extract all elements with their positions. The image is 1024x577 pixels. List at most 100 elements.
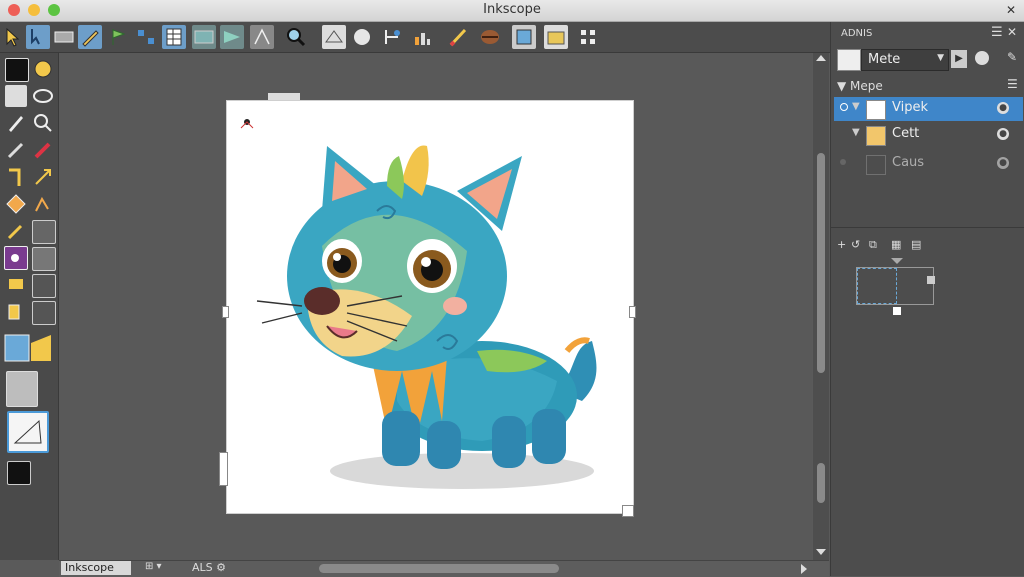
table-tool-icon[interactable] bbox=[162, 25, 186, 49]
layer-2-swatch bbox=[866, 126, 886, 146]
layer-dropdown[interactable]: Mete ▼ bbox=[861, 49, 949, 71]
navigator-handle-bottom[interactable] bbox=[893, 307, 901, 315]
eraser-icon[interactable] bbox=[32, 220, 56, 244]
scroll-right-arrow[interactable] bbox=[801, 564, 807, 574]
image-tool-icon[interactable] bbox=[192, 25, 216, 49]
lpe-icon[interactable] bbox=[32, 301, 56, 325]
node-icon[interactable] bbox=[32, 58, 54, 80]
chevron-down-icon: ▼ bbox=[937, 53, 944, 63]
section-expander[interactable]: ▼ Mepe bbox=[837, 79, 883, 93]
layer-row-1[interactable]: ▼ Vipek ● bbox=[834, 97, 1023, 121]
window-more-icon[interactable]: ✕ bbox=[1006, 3, 1016, 17]
status-app-label: Inkscope bbox=[61, 561, 131, 575]
connector-icon[interactable] bbox=[32, 274, 56, 298]
export-icon[interactable] bbox=[7, 461, 31, 485]
section-menu-icon[interactable]: ☰ bbox=[1007, 77, 1018, 91]
visibility-icon[interactable]: ● bbox=[997, 128, 1009, 140]
bucket-icon[interactable] bbox=[4, 246, 28, 270]
stamp-tool-icon[interactable] bbox=[478, 25, 502, 49]
resize-handle-right[interactable] bbox=[629, 306, 636, 318]
cat-illustration[interactable] bbox=[227, 101, 633, 513]
resize-handle-left[interactable] bbox=[222, 306, 229, 318]
resize-handle-bottom-right[interactable] bbox=[622, 505, 634, 517]
calligraphy-icon[interactable] bbox=[32, 139, 54, 161]
layer-clock-icon[interactable] bbox=[975, 51, 989, 65]
measure-tool-icon[interactable] bbox=[250, 25, 274, 49]
brush-tool-icon[interactable] bbox=[446, 25, 470, 49]
layers-panel: ADNIS ☰ ✕ Mete ▼ ▶ ✎ ▼ Mepe ☰ ▼ Vipek ● … bbox=[830, 22, 1024, 576]
pen-tool-icon[interactable] bbox=[78, 25, 102, 49]
scroll-thumb[interactable] bbox=[817, 153, 825, 373]
visibility-icon[interactable]: ● bbox=[997, 157, 1009, 169]
text-icon[interactable] bbox=[5, 274, 27, 296]
duplicate-icon[interactable]: ⧉ bbox=[869, 238, 877, 252]
export-layer-icon[interactable]: ▤ bbox=[911, 238, 921, 251]
layer-expand-icon[interactable]: ▼ bbox=[852, 101, 860, 112]
status-field-1: ALS ⚙ bbox=[192, 561, 226, 574]
grid-tool-icon[interactable] bbox=[576, 25, 600, 49]
navigator-preview[interactable] bbox=[856, 258, 935, 315]
navigator-handle[interactable] bbox=[927, 276, 935, 284]
dropper-icon[interactable] bbox=[32, 193, 54, 215]
navigator-viewport[interactable] bbox=[857, 268, 897, 304]
tweak-icon[interactable] bbox=[5, 85, 27, 107]
chart-tool-icon[interactable] bbox=[410, 25, 434, 49]
selector-icon[interactable] bbox=[5, 58, 29, 82]
connector-tool-icon[interactable] bbox=[134, 25, 158, 49]
window-title: Inkscope bbox=[483, 2, 541, 17]
mesh-icon[interactable] bbox=[32, 247, 56, 271]
send-tool-icon[interactable] bbox=[220, 25, 244, 49]
node-tool-icon[interactable] bbox=[26, 25, 50, 49]
scroll-down-arrow[interactable] bbox=[816, 549, 826, 555]
scroll-up-arrow[interactable] bbox=[816, 55, 826, 61]
zoom-tool-icon[interactable] bbox=[284, 25, 308, 49]
measure-icon[interactable] bbox=[5, 301, 27, 323]
pencil-icon[interactable] bbox=[5, 112, 27, 134]
vertical-scrollbar[interactable] bbox=[813, 53, 829, 560]
scroll-thumb-lower[interactable] bbox=[817, 463, 825, 503]
navigator-arrow-icon bbox=[891, 258, 903, 264]
gradient-icon[interactable] bbox=[5, 193, 27, 215]
status-bar: Inkscope ⊞ ▾ ALS ⚙ bbox=[0, 560, 310, 576]
radio-icon[interactable] bbox=[840, 159, 846, 165]
pen-icon[interactable] bbox=[5, 139, 27, 161]
fill-stroke-icon[interactable] bbox=[3, 333, 53, 365]
swatch-icon[interactable] bbox=[6, 371, 38, 407]
commands-toolbar bbox=[0, 22, 830, 53]
rotate-center-icon[interactable] bbox=[237, 113, 254, 129]
search-icon[interactable] bbox=[32, 112, 54, 134]
ellipse-tool-icon[interactable] bbox=[350, 25, 374, 49]
panel-divider bbox=[831, 227, 1024, 228]
select-tool-icon[interactable] bbox=[2, 25, 26, 49]
title-bar: Inkscope ✕ bbox=[0, 0, 1024, 22]
layer-pin-icon[interactable]: ✎ bbox=[1007, 50, 1017, 64]
shape-tool-icon[interactable] bbox=[322, 25, 346, 49]
ruler-mark-top bbox=[268, 93, 300, 101]
hscroll-thumb[interactable] bbox=[319, 564, 559, 573]
spray-icon[interactable] bbox=[5, 220, 27, 242]
folder-tool-icon[interactable] bbox=[544, 25, 568, 49]
zoom-icon[interactable] bbox=[32, 85, 54, 107]
panel-close-icon[interactable]: ✕ bbox=[1007, 25, 1017, 39]
add-layer-icon[interactable]: + bbox=[837, 238, 846, 251]
rect-icon[interactable] bbox=[5, 166, 27, 188]
layer-play-icon[interactable]: ▶ bbox=[951, 50, 967, 68]
status-layer-icon[interactable]: ⊞ ▾ bbox=[145, 561, 162, 572]
document-icon[interactable] bbox=[7, 411, 49, 453]
layer-row-2[interactable]: ▼ Cett ● bbox=[834, 123, 1023, 147]
flag-tool-icon[interactable] bbox=[106, 25, 130, 49]
radio-icon[interactable] bbox=[840, 103, 848, 111]
undo-icon[interactable]: ↺ bbox=[851, 238, 860, 251]
ellipse-icon[interactable] bbox=[32, 166, 54, 188]
delete-layer-icon[interactable]: ▦ bbox=[891, 238, 901, 251]
layer-expand-icon[interactable]: ▼ bbox=[852, 127, 860, 138]
label-tool-icon[interactable] bbox=[52, 25, 76, 49]
panel-menu-icon[interactable]: ☰ bbox=[991, 25, 1003, 40]
layer-row-3[interactable]: Caus ● bbox=[834, 152, 1023, 176]
align-tool-icon[interactable] bbox=[380, 25, 404, 49]
document-page[interactable] bbox=[222, 101, 636, 517]
resize-handle-left-lower[interactable] bbox=[219, 452, 228, 486]
frame-tool-icon[interactable] bbox=[512, 25, 536, 49]
visibility-icon[interactable]: ● bbox=[997, 102, 1009, 114]
layer-1-swatch bbox=[866, 100, 886, 120]
